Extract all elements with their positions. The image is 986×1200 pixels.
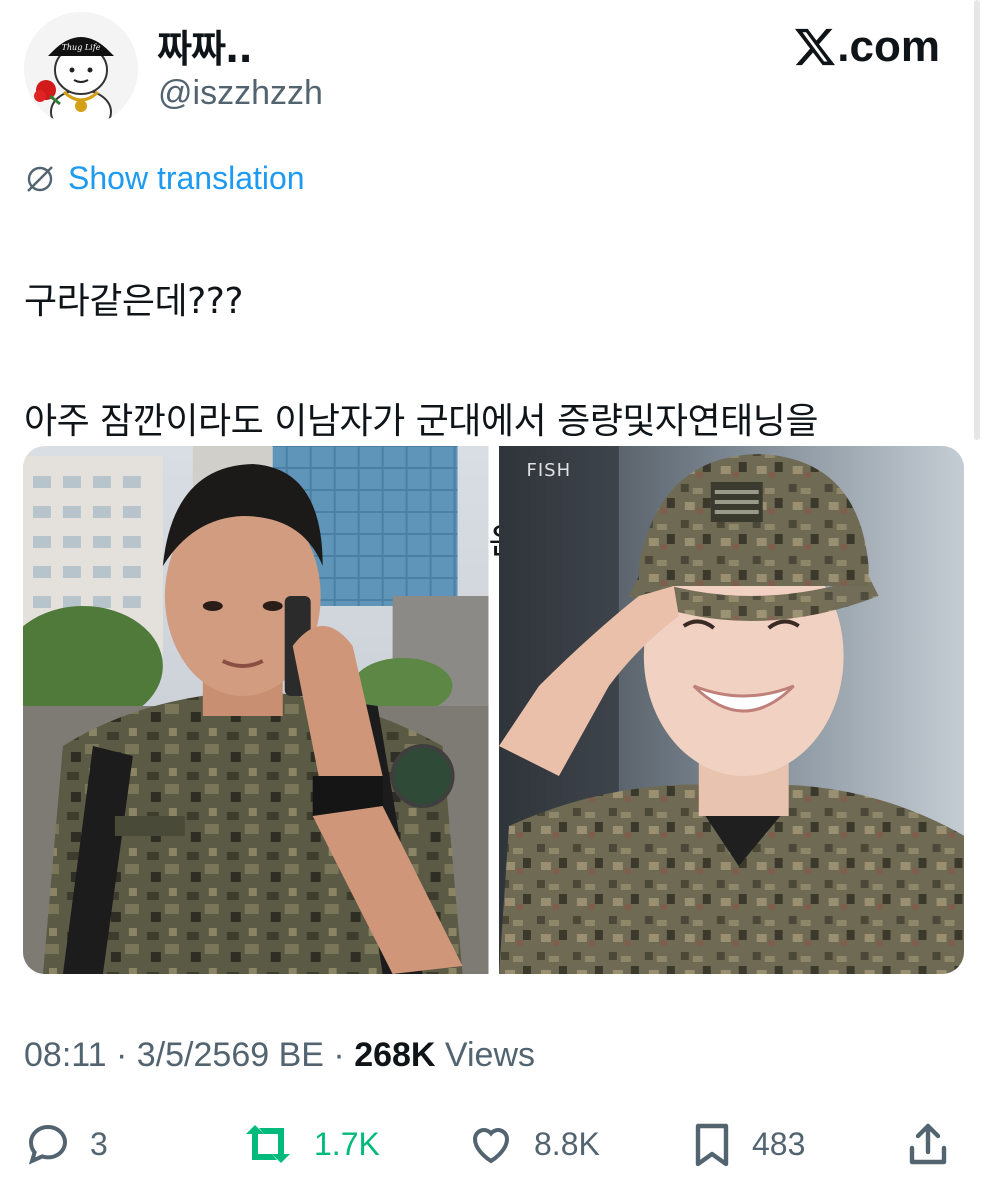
tweet-time[interactable]: 08:11 — [24, 1036, 107, 1074]
site-label: .com — [837, 22, 940, 71]
share-button[interactable] — [906, 1112, 968, 1176]
show-translation-link[interactable]: Show translation — [24, 160, 305, 197]
photo-left[interactable] — [23, 446, 489, 974]
reply-button[interactable]: 3 — [24, 1112, 108, 1176]
avatar-illustration: Thug Life — [24, 12, 138, 126]
reply-icon — [28, 1124, 68, 1165]
display-name[interactable]: 짜짜.. — [157, 18, 253, 73]
views-count: 268K — [354, 1036, 436, 1074]
action-bar: 3 1.7K 8.8K 483 — [0, 1112, 986, 1176]
meta-separator: · — [116, 1036, 128, 1074]
bookmark-icon — [695, 1123, 729, 1167]
tweet-line-1: 구라같은데??? — [24, 281, 243, 322]
views-label: Views — [444, 1036, 536, 1074]
globe-slash-icon — [27, 165, 53, 192]
x-logo: .com — [793, 22, 940, 72]
tweet-date[interactable]: 3/5/2569 BE — [137, 1036, 324, 1074]
user-handle[interactable]: @iszzhzzh — [158, 74, 323, 113]
avatar-cap-text: Thug Life — [62, 43, 101, 52]
share-icon — [909, 1123, 947, 1165]
avatar[interactable]: Thug Life — [24, 12, 138, 126]
reply-count: 3 — [90, 1125, 108, 1162]
retweet-count: 1.7K — [314, 1125, 380, 1162]
meta-separator: · — [333, 1036, 345, 1074]
show-translation-label: Show translation — [68, 160, 305, 196]
bookmark-count: 483 — [752, 1125, 806, 1162]
tweet-meta: 08:11 · 3/5/2569 BE · 268K Views — [24, 1036, 535, 1075]
scrollbar[interactable] — [974, 0, 980, 440]
heart-icon — [472, 1128, 510, 1164]
tweet-line-2: 아주 잠깐이라도 이남자가 군대에서 증량및자연태닝을 — [24, 401, 819, 442]
retweet-button[interactable]: 1.7K — [240, 1112, 380, 1176]
tweet-media: FISH — [23, 446, 964, 974]
photo-right[interactable]: FISH — [498, 446, 964, 974]
bookmark-button[interactable]: 483 — [690, 1112, 805, 1176]
photo-left-image — [23, 446, 489, 974]
photo-right-image — [498, 446, 964, 974]
retweet-icon — [246, 1125, 290, 1163]
photo-watermark: FISH — [526, 460, 572, 481]
x-icon — [795, 28, 836, 66]
like-count: 8.8K — [534, 1125, 600, 1162]
like-button[interactable]: 8.8K — [466, 1112, 600, 1176]
